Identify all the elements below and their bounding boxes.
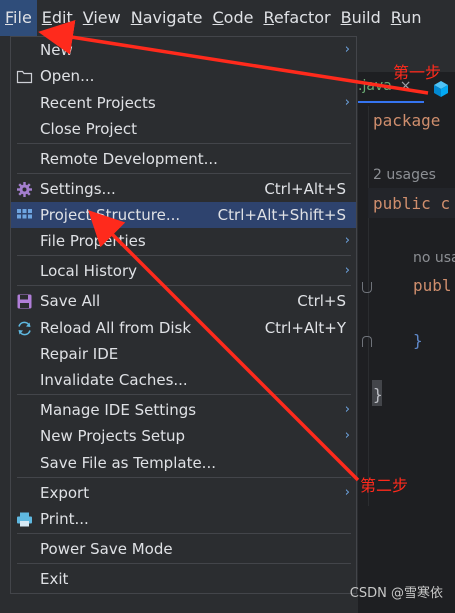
annotation-step2: 第二步 [360, 476, 409, 495]
arrow-step2 [88, 210, 360, 482]
annotation-step1: 第一步 [393, 63, 442, 82]
arrow-step1 [38, 19, 429, 95]
watermark: CSDN @雪寒依 [349, 586, 443, 601]
annotation-arrows [38, 19, 429, 482]
